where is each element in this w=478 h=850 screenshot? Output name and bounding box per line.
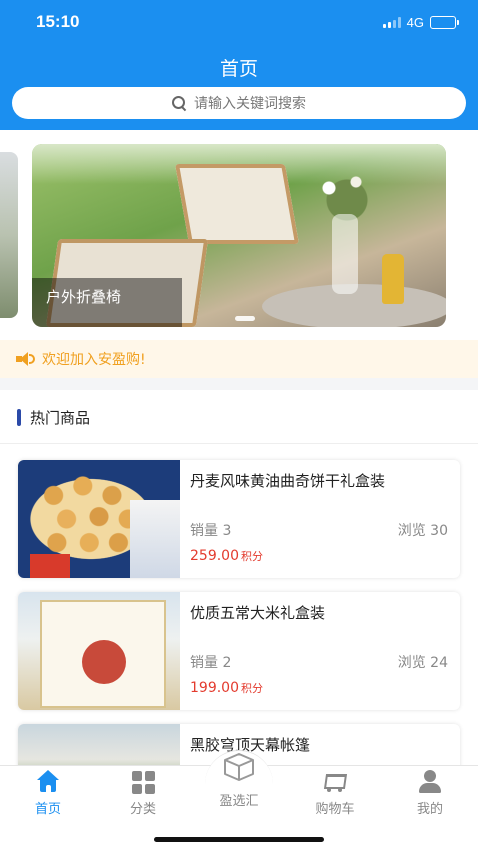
- status-time: 15:10: [36, 12, 80, 31]
- banner-prev-slide[interactable]: [0, 152, 18, 318]
- tab-label: 分类: [129, 802, 156, 817]
- product-image[interactable]: [18, 460, 180, 578]
- tab-home[interactable]: 首页: [8, 770, 88, 820]
- search-icon: [172, 96, 186, 110]
- price-value: 259.00: [190, 548, 239, 564]
- notice-bar[interactable]: 欢迎加入安盈购!: [0, 340, 478, 378]
- battery-icon: [430, 16, 459, 29]
- tab-label: 购物车: [315, 802, 355, 817]
- product-sales: 销量 3: [190, 523, 232, 539]
- header: 15:10 4G 首页 请输入关键词搜索: [0, 0, 478, 130]
- tab-label: 我的: [416, 802, 443, 817]
- search-input[interactable]: 请输入关键词搜索: [12, 87, 466, 119]
- signal-icon: [382, 17, 401, 28]
- box-icon: [222, 752, 256, 782]
- network-type: 4G: [406, 15, 424, 30]
- product-sales: 销量 2: [190, 655, 232, 671]
- tab-category[interactable]: 分类: [103, 770, 183, 820]
- user-icon: [417, 770, 443, 794]
- tab-label: 盈选汇: [219, 794, 259, 809]
- tab-cart[interactable]: 购物车: [295, 770, 375, 820]
- grid-icon: [130, 770, 156, 794]
- search-placeholder: 请输入关键词搜索: [194, 96, 306, 112]
- home-icon: [35, 770, 61, 794]
- price-unit: 积分: [241, 550, 263, 563]
- product-image[interactable]: [18, 592, 180, 710]
- product-card[interactable]: 丹麦风味黄油曲奇饼干礼盒装 销量 3 浏览 30 259.00 积分: [18, 460, 460, 578]
- product-price: 199.00 积分: [190, 680, 263, 696]
- product-card[interactable]: 优质五常大米礼盒装 销量 2 浏览 24 199.00 积分: [18, 592, 460, 710]
- tab-mine[interactable]: 我的: [390, 770, 470, 820]
- section-title: 热门商品: [30, 409, 91, 427]
- hot-products-section: 热门商品 丹麦风味黄油曲奇饼干礼盒装 销量 3 浏览 30 259.00 积分 优…: [0, 390, 478, 765]
- product-name: 丹麦风味黄油曲奇饼干礼盒装: [190, 472, 386, 490]
- status-bar: 15:10 4G: [0, 0, 478, 44]
- product-price: 259.00 积分: [190, 548, 263, 564]
- product-views: 浏览 30: [397, 523, 448, 539]
- cart-icon: [322, 770, 348, 794]
- banner-carousel[interactable]: 户外折叠椅: [0, 130, 478, 340]
- home-indicator: [154, 837, 324, 842]
- section-accent-bar: [17, 409, 21, 426]
- section-header: 热门商品: [0, 390, 478, 444]
- banner-caption: 户外折叠椅: [46, 288, 122, 306]
- product-image[interactable]: [18, 724, 180, 765]
- page-title: 首页: [219, 58, 258, 80]
- speaker-icon: [16, 352, 35, 366]
- notice-text: 欢迎加入安盈购!: [42, 352, 146, 368]
- tab-yingxuanhui[interactable]: 盈选汇: [199, 752, 279, 809]
- product-views: 浏览 24: [397, 655, 448, 671]
- product-name: 优质五常大米礼盒装: [190, 604, 326, 622]
- price-unit: 积分: [241, 682, 263, 695]
- status-indicators: 4G: [382, 15, 459, 30]
- carousel-indicator: [235, 316, 255, 321]
- price-value: 199.00: [190, 680, 239, 696]
- tab-label: 首页: [34, 802, 61, 817]
